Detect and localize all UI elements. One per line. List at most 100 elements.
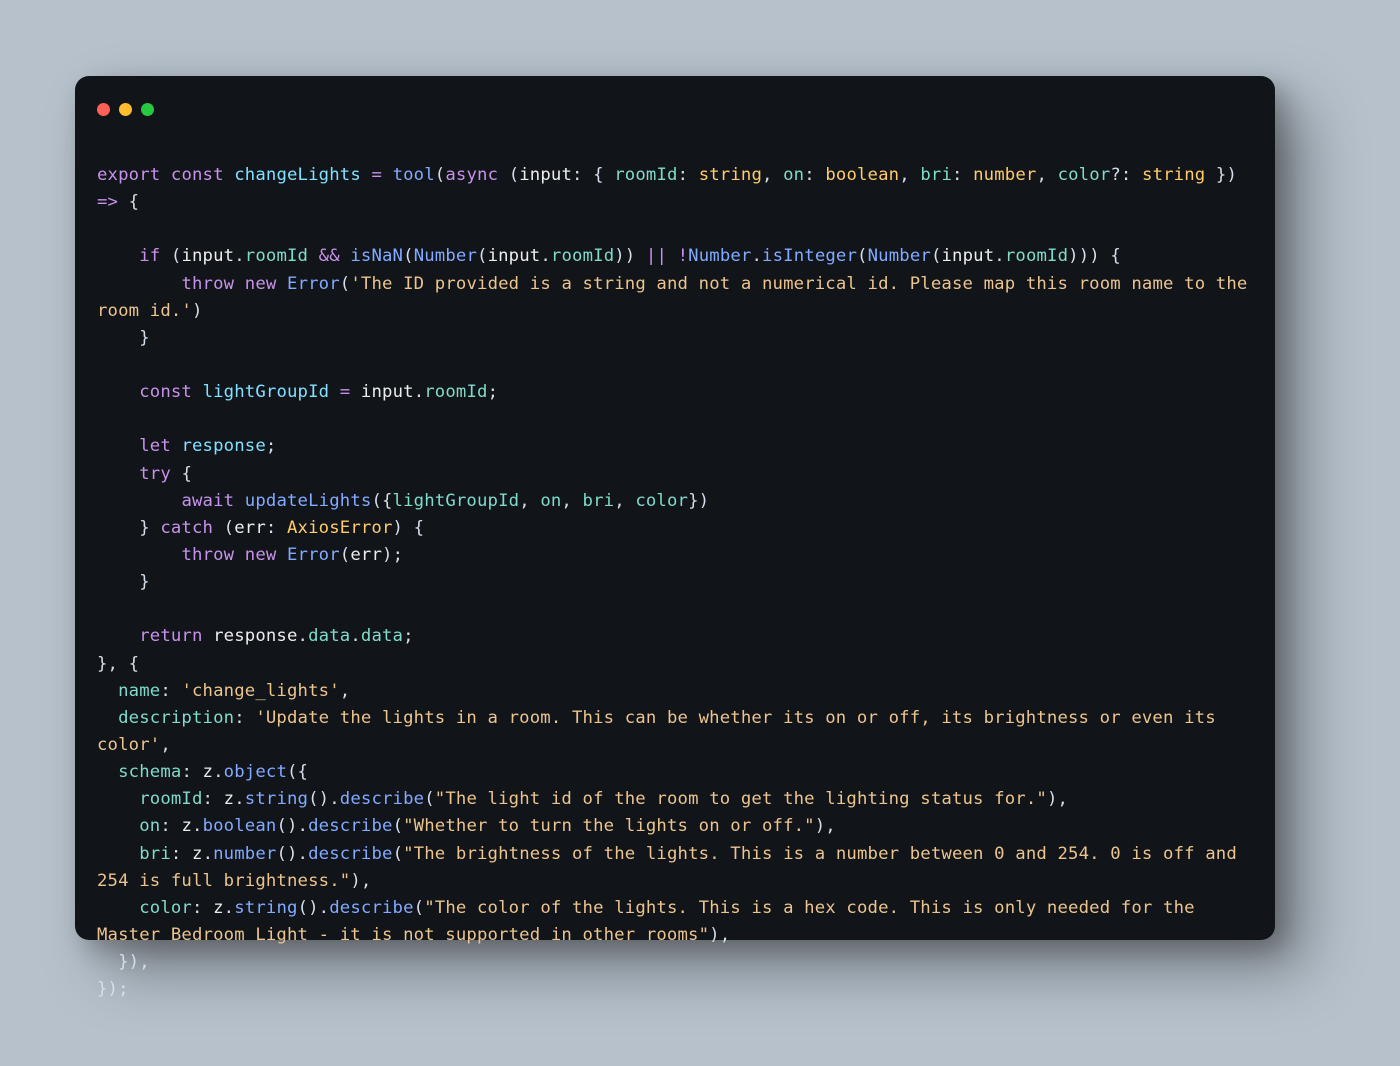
code-token: }) (1205, 165, 1247, 185)
code-token: boolean (203, 816, 277, 836)
code-token: boolean (825, 165, 899, 185)
code-token (667, 246, 678, 266)
code-token: . (203, 844, 214, 864)
code-token: ), (1047, 789, 1068, 809)
code-token: , (614, 491, 635, 511)
code-token: ( (857, 246, 868, 266)
code-token: new (245, 545, 277, 565)
code-token: , (899, 165, 920, 185)
code-token: = (340, 382, 351, 402)
code-token (350, 382, 361, 402)
code-token: 'Update the lights in a room. This can b… (97, 708, 1226, 755)
code-token (308, 246, 319, 266)
code-token: . (213, 762, 224, 782)
code-token: response (213, 626, 297, 646)
code-token: bri (920, 165, 952, 185)
code-token: describe (329, 898, 413, 918)
code-token: schema (118, 762, 181, 782)
code-token: input (519, 165, 572, 185)
code-token: roomId (424, 382, 487, 402)
code-token: = (371, 165, 382, 185)
code-token: string (1142, 165, 1205, 185)
code-token: ( (931, 246, 942, 266)
code-token: ( (424, 789, 435, 809)
code-token: color (635, 491, 688, 511)
code-token (97, 246, 139, 266)
code-token: ( (435, 165, 446, 185)
code-token: roomId (551, 246, 614, 266)
zoom-icon[interactable] (141, 103, 154, 116)
code-token (276, 545, 287, 565)
code-token: (). (276, 844, 308, 864)
code-token: describe (340, 789, 424, 809)
code-token: input (361, 382, 414, 402)
code-token: z (213, 898, 224, 918)
code-token (234, 545, 245, 565)
code-token (97, 844, 139, 864)
code-token: : (171, 844, 192, 864)
code-window: export const changeLights = tool(async (… (75, 76, 1275, 940)
code-token: describe (308, 816, 392, 836)
code-token: "Whether to turn the lights on or off." (403, 816, 815, 836)
code-token: z (181, 816, 192, 836)
code-token (97, 898, 139, 918)
code-token: on (540, 491, 561, 511)
code-token: . (224, 898, 235, 918)
code-token: : (266, 518, 287, 538)
code-token: ( (340, 545, 351, 565)
code-token: ( (340, 274, 351, 294)
code-token: return (139, 626, 202, 646)
code-token (97, 816, 139, 836)
code-token: : (678, 165, 699, 185)
code-token: data (361, 626, 403, 646)
code-token (224, 165, 235, 185)
code-token (276, 274, 287, 294)
code-token: isInteger (762, 246, 857, 266)
code-token: Error (287, 274, 340, 294)
code-token: throw (181, 545, 234, 565)
code-token: isNaN (350, 246, 403, 266)
code-token (192, 382, 203, 402)
code-token (97, 436, 139, 456)
code-token: async (445, 165, 498, 185)
close-icon[interactable] (97, 103, 110, 116)
code-token: : (181, 762, 202, 782)
code-token: updateLights (245, 491, 372, 511)
code-token: { (171, 464, 192, 484)
code-token: describe (308, 844, 392, 864)
code-token: : (952, 165, 973, 185)
code-token: : (160, 681, 181, 701)
code-token: input (181, 246, 234, 266)
code-token: ( (477, 246, 488, 266)
code-token (340, 246, 351, 266)
code-token: . (350, 626, 361, 646)
code-token: ( (160, 246, 181, 266)
code-token: ( (498, 165, 519, 185)
code-token: : (203, 789, 224, 809)
code-token: , (160, 735, 171, 755)
code-token: ); (382, 545, 403, 565)
code-token: ; (403, 626, 414, 646)
code-token: color (139, 898, 192, 918)
minimize-icon[interactable] (119, 103, 132, 116)
code-token: } (97, 572, 150, 592)
code-token: object (224, 762, 287, 782)
code-token: try (139, 464, 171, 484)
code-token: , (561, 491, 582, 511)
code-token: , (340, 681, 351, 701)
code-token (97, 274, 181, 294)
code-token: number (213, 844, 276, 864)
code-token: . (298, 626, 309, 646)
code-token: . (414, 382, 425, 402)
code-token (329, 382, 340, 402)
code-token: string (245, 789, 308, 809)
code-token: on (139, 816, 160, 836)
code-token: (). (298, 898, 330, 918)
code-token: ( (414, 898, 425, 918)
code-token: ), (815, 816, 836, 836)
code-token (97, 762, 118, 782)
code-token: z (224, 789, 235, 809)
code-token: ( (213, 518, 234, 538)
code-token: || (646, 246, 667, 266)
code-token: if (139, 246, 160, 266)
